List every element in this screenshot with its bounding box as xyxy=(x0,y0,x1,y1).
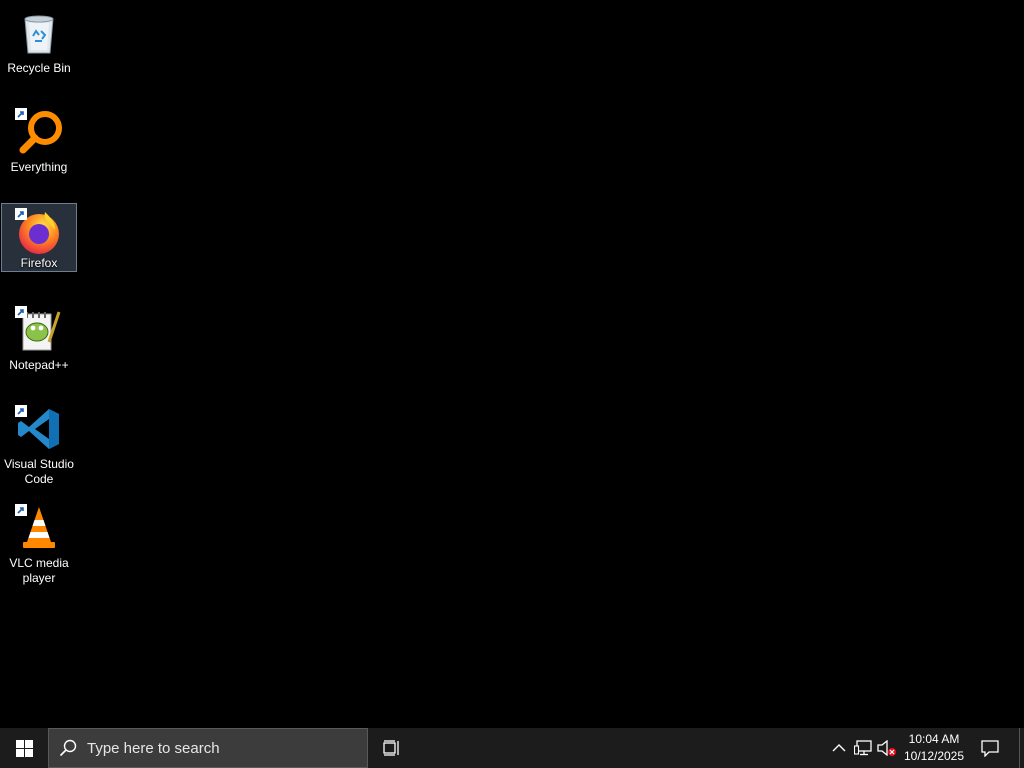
desktop-icon-label: Firefox xyxy=(20,256,58,270)
desktop-icon-recycle-bin[interactable]: Recycle Bin xyxy=(1,4,77,77)
taskbar: Type here to search 10:04 AM 10/12/2025 xyxy=(0,728,1024,768)
desktop-icon-label: Everything xyxy=(10,160,68,174)
clock-time: 10:04 AM xyxy=(908,732,960,746)
firefox-icon xyxy=(15,208,63,254)
notepad-plus-plus-icon xyxy=(15,306,63,354)
taskbar-clock[interactable]: 10:04 AM 10/12/2025 xyxy=(899,728,969,768)
desktop-icon-firefox[interactable]: Firefox xyxy=(1,203,77,272)
desktop-icon-everything[interactable]: Everything xyxy=(1,103,77,176)
shortcut-arrow-icon xyxy=(15,306,27,318)
search-placeholder: Type here to search xyxy=(87,739,220,757)
action-center-button[interactable] xyxy=(969,728,1011,768)
desktop-icon-notepad-plus-plus[interactable]: Notepad++ xyxy=(1,301,77,374)
task-view-icon xyxy=(383,740,399,756)
clock-date: 10/12/2025 xyxy=(903,749,965,763)
desktop: Recycle Bin Everything Firefox Notepad++… xyxy=(0,0,1024,728)
desktop-icon-vlc[interactable]: VLC media player xyxy=(1,499,77,587)
desktop-icon-label: Notepad++ xyxy=(9,358,69,372)
vlc-icon xyxy=(15,504,63,552)
shortcut-arrow-icon xyxy=(15,108,27,120)
shortcut-arrow-icon xyxy=(15,405,27,417)
desktop-icon-vscode[interactable]: Visual Studio Code xyxy=(1,400,77,488)
desktop-icon-label: Visual Studio Code xyxy=(4,457,74,486)
everything-search-icon xyxy=(15,108,63,156)
system-tray: 10:04 AM 10/12/2025 xyxy=(827,728,1024,768)
network-icon xyxy=(854,740,872,756)
chevron-up-icon xyxy=(832,744,846,752)
tray-overflow-button[interactable] xyxy=(827,728,851,768)
desktop-icon-label: VLC media player xyxy=(9,556,69,585)
start-button[interactable] xyxy=(0,728,48,768)
taskbar-search-box[interactable]: Type here to search xyxy=(48,728,368,768)
recycle-bin-icon xyxy=(15,9,63,57)
desktop-icon-label: Recycle Bin xyxy=(7,61,71,75)
shortcut-arrow-icon xyxy=(15,504,27,516)
action-center-icon xyxy=(981,739,999,757)
vscode-icon xyxy=(15,405,63,453)
show-desktop-button[interactable] xyxy=(1019,728,1024,768)
network-button[interactable] xyxy=(851,728,875,768)
task-view-button[interactable] xyxy=(368,728,416,768)
volume-muted-icon xyxy=(877,740,896,756)
search-icon xyxy=(59,739,77,757)
shortcut-arrow-icon xyxy=(15,208,27,220)
windows-logo-icon xyxy=(15,739,33,757)
volume-button[interactable] xyxy=(875,728,899,768)
